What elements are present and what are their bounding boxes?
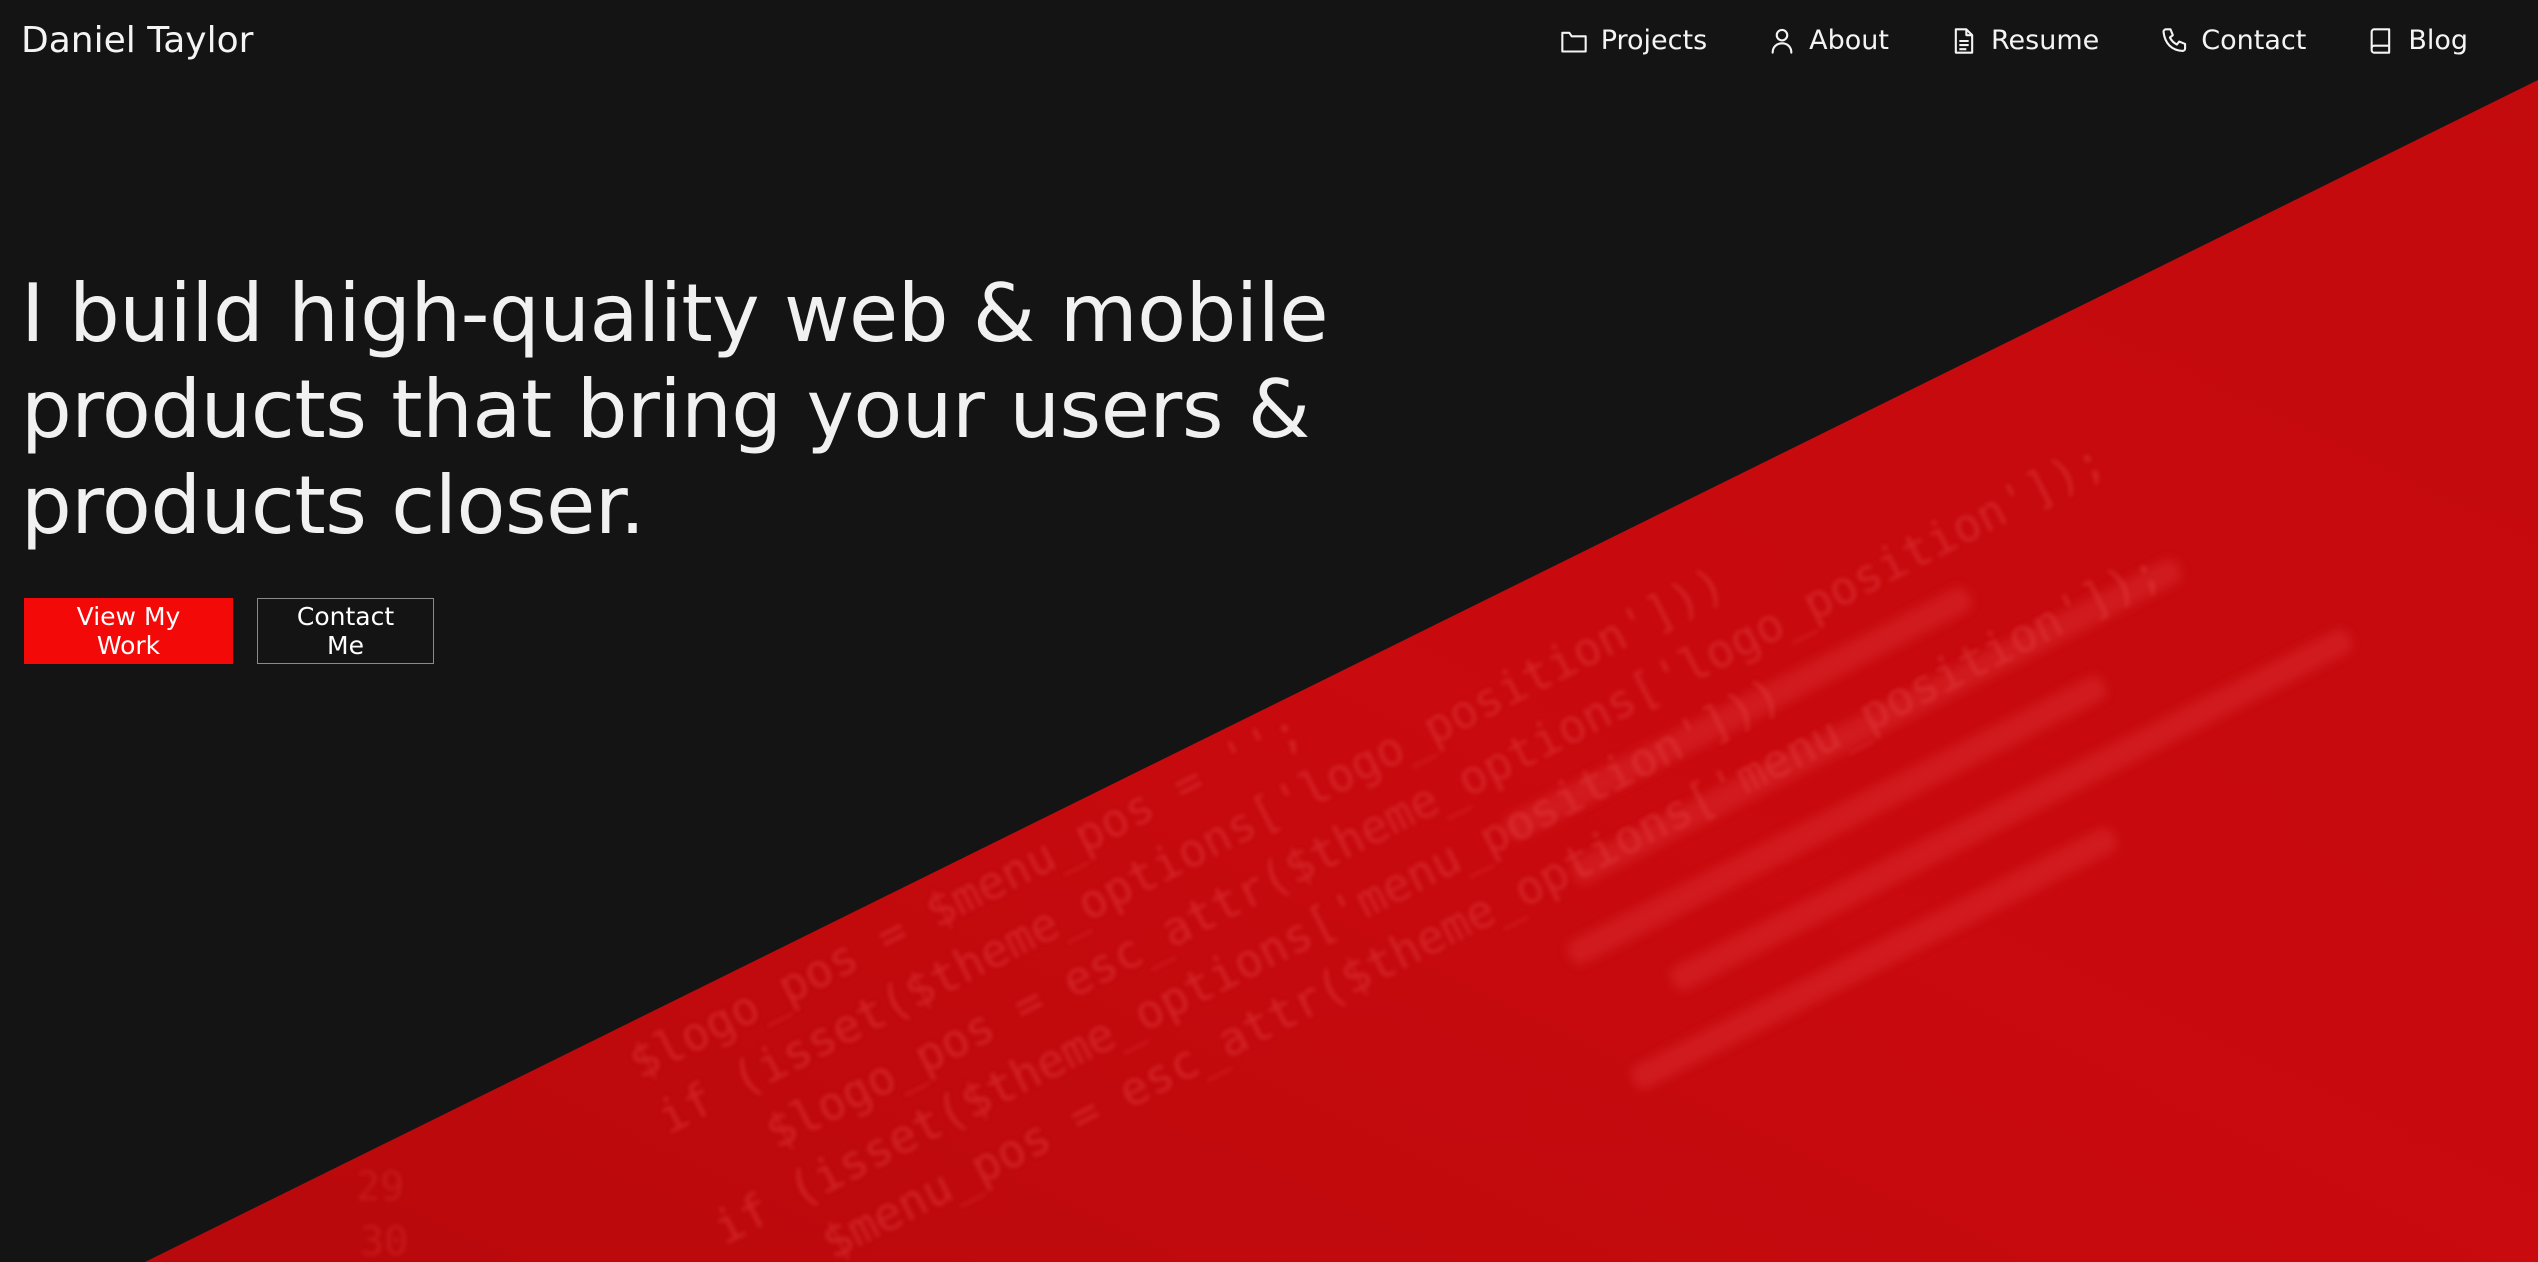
headline-line: I build high-quality web & mobile <box>21 267 1329 360</box>
document-icon <box>1949 26 1979 56</box>
folder-icon <box>1559 26 1589 56</box>
red-diagonal-panel <box>145 80 2538 1262</box>
book-icon <box>2366 26 2396 56</box>
site-header: Daniel Taylor Projects About Resume Cont… <box>0 0 2538 82</box>
nav-item-resume[interactable]: Resume <box>1949 20 2099 62</box>
nav-label-contact: Contact <box>2201 25 2307 56</box>
main-nav: Projects About Resume Contact Blog <box>1499 20 2468 62</box>
view-my-work-button[interactable]: View My Work <box>24 598 233 664</box>
phone-icon <box>2159 26 2189 56</box>
nav-label-projects: Projects <box>1600 25 1708 56</box>
line-number: 30 <box>360 1219 408 1262</box>
contact-me-button[interactable]: Contact Me <box>257 598 434 664</box>
page: $logo_pos = $menu_pos = ''; if (isset($t… <box>0 0 2538 1262</box>
nav-label-about: About <box>1809 25 1889 56</box>
user-icon <box>1767 26 1797 56</box>
cta-row: View My Work Contact Me <box>24 598 434 664</box>
headline-line: products that bring your users & <box>21 363 1310 456</box>
line-number: 29 <box>356 1164 404 1210</box>
nav-item-contact[interactable]: Contact <box>2159 20 2306 62</box>
nav-item-about[interactable]: About <box>1767 20 1889 62</box>
hero-headline: I build high-quality web & mobile produc… <box>21 266 1381 554</box>
headline-line: products closer. <box>21 459 645 552</box>
brand-logo[interactable]: Daniel Taylor <box>21 18 253 64</box>
nav-item-blog[interactable]: Blog <box>2366 20 2468 62</box>
nav-label-resume: Resume <box>1991 25 2100 56</box>
nav-item-projects[interactable]: Projects <box>1559 20 1707 62</box>
nav-label-blog: Blog <box>2408 25 2468 56</box>
